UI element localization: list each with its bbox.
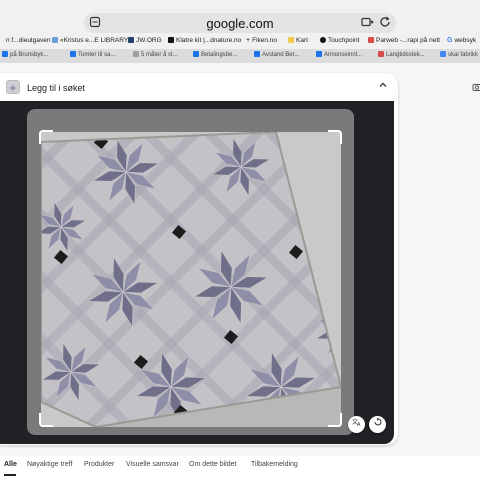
tab-feedback[interactable]: Tilbakemelding — [251, 461, 298, 468]
google-g-icon: G — [447, 37, 453, 44]
rotate-button[interactable] — [369, 416, 386, 433]
svg-text:A: A — [357, 422, 361, 427]
lens-panel-header[interactable]: Legg til i søket — [0, 73, 398, 101]
browser-tab[interactable]: Avstand Ber... — [254, 51, 299, 58]
tab-all[interactable]: Alle — [4, 461, 17, 468]
browser-toolbar: google.com — [0, 0, 480, 36]
browser-tab[interactable]: Langtidsstek... — [378, 51, 425, 58]
translate-icon: 文A — [352, 418, 361, 428]
bookmark-favicon-icon — [0, 37, 4, 43]
bookmark-favicon-icon — [52, 37, 58, 43]
rotate-icon — [374, 417, 381, 426]
image-thumbnail — [6, 80, 20, 94]
camera-icon[interactable] — [472, 82, 480, 95]
tab-favicon-icon — [378, 51, 384, 57]
add-to-search-title[interactable]: Legg til i søket — [27, 83, 85, 93]
browser-tab[interactable]: skal fabrikk — [440, 51, 478, 58]
tab-products[interactable]: Produkter — [84, 461, 114, 468]
bookmark-item[interactable]: Klatre kit |...dnature.no — [168, 37, 241, 44]
browser-tab[interactable]: Tomter til sa... — [70, 51, 115, 58]
results-tabs: Alle Nøyaktige treff Produkter Visuelle … — [0, 456, 480, 480]
tab-about-this-image[interactable]: Om dette bildet — [189, 461, 236, 468]
bookmark-item[interactable]: JW.ORG — [128, 37, 162, 44]
bookmark-item[interactable]: Parweb -...rapi på nett — [368, 37, 440, 44]
bookmark-item[interactable]: Kart — [288, 37, 308, 44]
bookmark-favicon-icon — [168, 37, 174, 43]
tab-favicon-icon — [133, 51, 139, 57]
bookmark-item[interactable]: Touchpoint — [320, 37, 359, 44]
bookmark-favicon-icon — [320, 37, 326, 43]
url-text: google.com — [206, 16, 274, 31]
lens-panel: Legg til i søket 文 A — [0, 73, 398, 445]
crop-handle-bottom-right[interactable] — [328, 413, 342, 427]
browser-tab[interactable]: Annonseinnl... — [316, 51, 362, 58]
selected-image — [40, 130, 343, 429]
tab-favicon-icon — [316, 51, 322, 57]
tab-favicon-icon — [70, 51, 76, 57]
bookmark-favicon-icon — [368, 37, 374, 43]
tab-favicon-icon — [254, 51, 260, 57]
image-viewer: 文A — [0, 101, 394, 444]
translate-button[interactable]: 文A — [348, 416, 365, 433]
bookmark-favicon-icon — [288, 37, 294, 43]
bookmark-favicon-icon — [128, 37, 134, 43]
chevron-up-icon[interactable] — [378, 80, 388, 93]
browser-tab[interactable]: på Brunsbyk... — [2, 51, 48, 58]
bookmarks-bar: n f...dieutgaven «Kristus e...E LIBRARY … — [0, 36, 480, 49]
tab-favicon-icon — [440, 51, 446, 57]
bookmark-item[interactable]: Gwebsyk — [447, 37, 476, 44]
crop-handle-top-right[interactable] — [328, 130, 342, 144]
browser-tab[interactable]: Betalingsbe... — [193, 51, 237, 58]
tab-visual-matches[interactable]: Visuelle samsvar — [126, 461, 179, 468]
bookmark-item[interactable]: n f...dieutgaven — [0, 37, 50, 44]
crop-handle-bottom-left[interactable] — [39, 413, 53, 427]
reload-icon[interactable] — [378, 16, 392, 30]
bookmark-item[interactable]: «Kristus e...E LIBRARY — [52, 37, 128, 44]
tab-exact-matches[interactable]: Nøyaktige treff — [27, 461, 72, 468]
tab-favicon-icon — [193, 51, 199, 57]
tab-strip: på Brunsbyk... Tomter til sa... 5 måter … — [0, 49, 480, 63]
share-icon[interactable] — [360, 16, 374, 30]
crop-handle-top-left[interactable] — [39, 130, 53, 144]
plus-icon: + — [246, 37, 251, 44]
crop-area[interactable] — [27, 109, 354, 435]
tile-image — [40, 130, 343, 429]
browser-tab[interactable]: 5 måter å st... — [133, 51, 178, 58]
active-tab-indicator — [4, 474, 16, 476]
tile-dot — [333, 309, 341, 325]
address-bar[interactable]: google.com — [84, 13, 396, 33]
bookmark-item[interactable]: + Fiken.no — [246, 37, 277, 44]
tab-favicon-icon — [2, 51, 8, 57]
